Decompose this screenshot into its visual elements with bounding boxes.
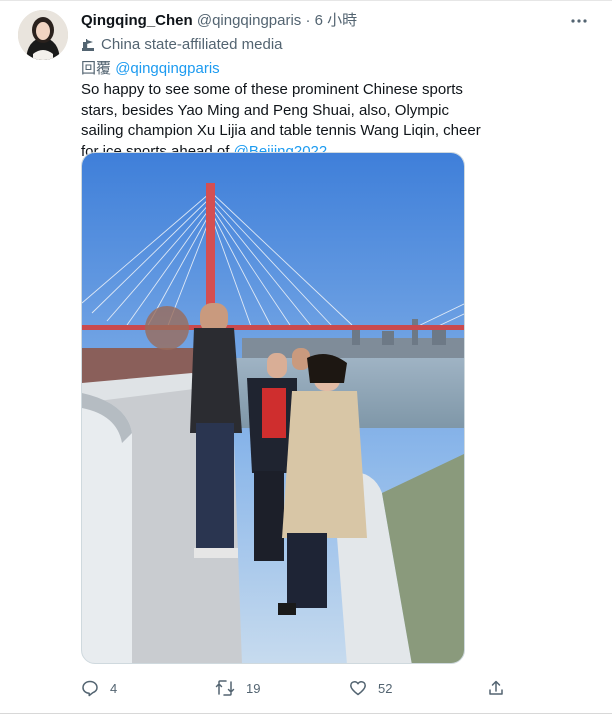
tweet-actions: 4 19 52 [81,676,511,700]
speech-bubble-icon [82,680,98,697]
reply-prefix: 回覆 [81,60,112,77]
reply-mention-link[interactable]: @qingqingparis [115,60,219,77]
affiliation-text: China state-affiliated media [101,36,283,53]
retweet-count: 19 [246,680,261,696]
author-avatar[interactable] [18,10,68,60]
heart-icon [350,680,366,696]
author-display-name[interactable]: Qingqing_Chen [81,12,193,29]
share-icon [489,680,503,695]
top-border [0,0,612,1]
like-count: 52 [378,680,393,696]
replying-to: 回覆 @qingqingparis [81,59,220,79]
affiliation-label[interactable]: China state-affiliated media [81,35,283,55]
tweet-photo[interactable] [81,152,465,664]
tweet-timestamp[interactable]: 6 小時 [315,12,358,29]
retweet-button[interactable]: 19 [215,676,260,700]
reply-count: 4 [110,680,118,696]
share-button[interactable] [487,676,516,700]
reply-button[interactable]: 4 [81,676,117,700]
author-handle[interactable]: @qingqingparis [197,12,301,29]
flag-icon [82,39,94,51]
photo-image [82,153,464,663]
retweet-icon [215,680,235,696]
more-horizontal-icon [571,19,587,23]
tweet-header: Qingqing_Chen @qingqingparis · 6 小時 [81,11,572,31]
tweet-body: So happy to see some of these prominent … [81,80,481,162]
more-options-button[interactable] [568,10,590,32]
separator-dot: · [305,12,311,29]
like-button[interactable]: 52 [349,676,392,700]
